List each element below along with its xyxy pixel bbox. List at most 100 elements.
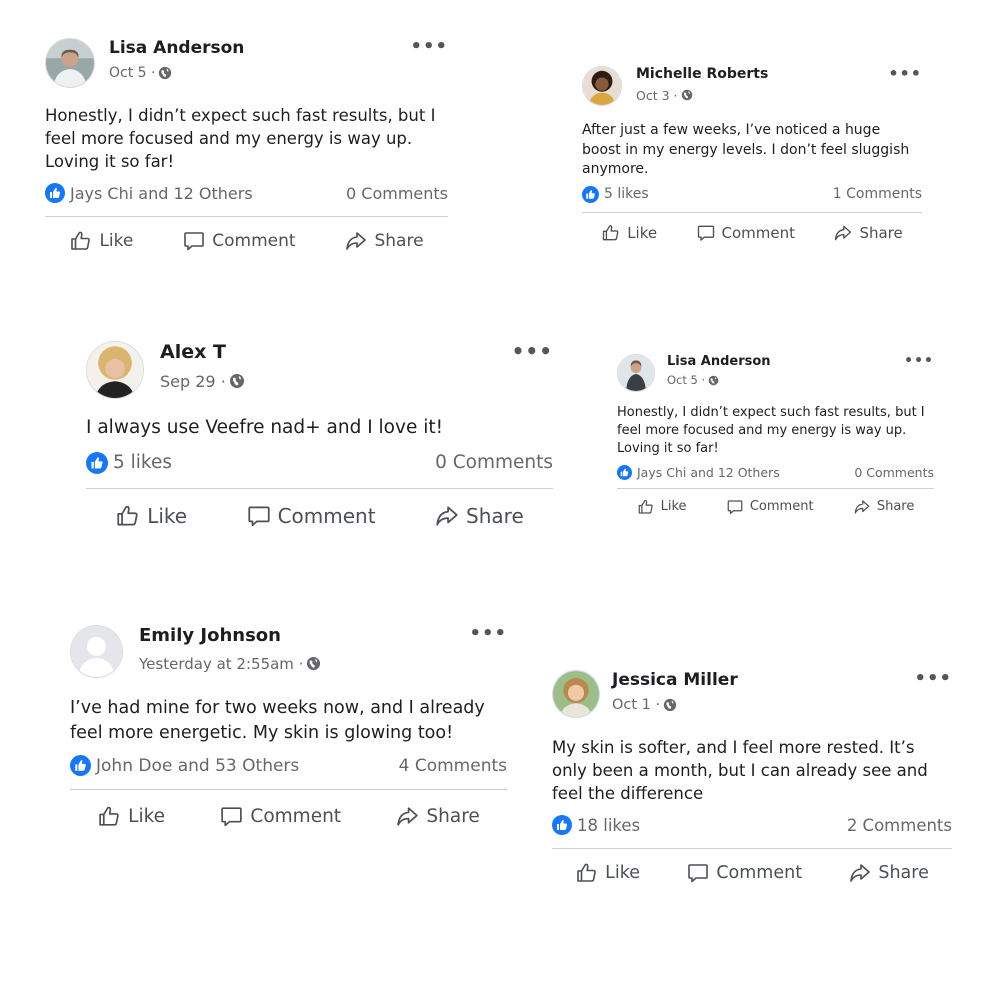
post-text: I always use Veefre nad+ and I love it!	[86, 417, 444, 438]
comment-bubble-icon	[246, 503, 272, 529]
comment-bubble-icon	[726, 498, 744, 516]
share-label: Share	[878, 863, 929, 884]
post-date[interactable]: Oct 5 ·	[109, 65, 155, 81]
share-label: Share	[426, 806, 480, 827]
share-button[interactable]: Share	[853, 498, 915, 516]
like-label: Like	[99, 231, 134, 252]
share-label: Share	[876, 499, 915, 515]
avatar[interactable]	[552, 670, 600, 718]
author-name[interactable]: Lisa Anderson	[667, 354, 771, 370]
share-button[interactable]: Share	[395, 804, 480, 829]
globe-icon	[663, 698, 677, 712]
comment-button[interactable]: Comment	[182, 229, 296, 253]
comment-label: Comment	[250, 806, 342, 827]
like-label: Like	[605, 863, 641, 884]
comment-button[interactable]: Comment	[696, 223, 796, 243]
like-button[interactable]: Like	[575, 861, 640, 885]
avatar[interactable]	[582, 66, 622, 106]
author-name[interactable]: Michelle Roberts	[636, 66, 768, 84]
comment-count[interactable]: 0 Comments	[854, 465, 934, 480]
post-date[interactable]: Oct 1 ·	[612, 697, 660, 713]
more-options-icon[interactable]: •••	[888, 66, 922, 82]
share-arrow-icon	[395, 804, 420, 829]
share-arrow-icon	[853, 498, 871, 516]
post-text: I’ve had mine for two weeks now, and I a…	[70, 698, 485, 743]
author-name[interactable]: Alex T	[160, 341, 245, 365]
comment-button[interactable]: Comment	[686, 861, 802, 885]
comment-button[interactable]: Comment	[246, 503, 376, 529]
like-reaction-icon	[45, 183, 65, 204]
share-button[interactable]: Share	[833, 223, 903, 243]
author-name[interactable]: Emily Johnson	[139, 625, 321, 648]
thumbs-up-icon	[115, 503, 141, 529]
post-card: Lisa Anderson Oct 5 · ••• Honestly, I di…	[45, 38, 448, 253]
author-name[interactable]: Jessica Miller	[612, 670, 738, 691]
post-card: Emily Johnson Yesterday at 2:55am · ••• …	[70, 625, 507, 829]
thumbs-up-icon	[97, 804, 122, 829]
share-arrow-icon	[848, 861, 872, 885]
avatar[interactable]	[617, 354, 655, 392]
globe-icon	[229, 373, 245, 389]
comment-label: Comment	[721, 223, 796, 242]
post-date[interactable]: Yesterday at 2:55am ·	[139, 655, 303, 673]
reaction-count[interactable]: 5 likes	[113, 452, 172, 473]
comment-bubble-icon	[182, 229, 206, 253]
share-label: Share	[466, 503, 524, 528]
more-options-icon[interactable]: •••	[410, 38, 448, 56]
like-button[interactable]: Like	[601, 223, 657, 243]
post-text: Honestly, I didn’t expect such fast resu…	[617, 405, 925, 457]
post-card: Michelle Roberts Oct 3 · ••• After just …	[582, 66, 922, 243]
post-text: My skin is softer, and I feel more reste…	[552, 738, 928, 804]
comment-label: Comment	[277, 503, 376, 528]
like-button[interactable]: Like	[69, 229, 133, 253]
post-card: Lisa Anderson Oct 5 · ••• Honestly, I di…	[617, 354, 934, 516]
post-date[interactable]: Oct 5 ·	[667, 373, 705, 387]
comment-label: Comment	[716, 863, 803, 884]
globe-icon	[158, 66, 172, 80]
share-label: Share	[374, 231, 424, 252]
share-button[interactable]: Share	[848, 861, 929, 885]
like-button[interactable]: Like	[115, 503, 187, 529]
comment-count[interactable]: 2 Comments	[847, 816, 952, 835]
divider	[70, 789, 507, 790]
comment-button[interactable]: Comment	[726, 498, 814, 516]
like-button[interactable]: Like	[637, 498, 687, 516]
reaction-count[interactable]: Jays Chi and 12 Others	[637, 465, 780, 480]
share-button[interactable]: Share	[434, 503, 524, 529]
comment-count[interactable]: 4 Comments	[399, 756, 507, 776]
like-reaction-icon	[552, 815, 572, 836]
comment-bubble-icon	[219, 804, 244, 829]
reaction-count[interactable]: Jays Chi and 12 Others	[70, 184, 253, 203]
comment-count[interactable]: 0 Comments	[435, 452, 553, 473]
avatar[interactable]	[45, 38, 95, 88]
like-label: Like	[627, 223, 658, 242]
like-label: Like	[147, 503, 188, 528]
post-card: Jessica Miller Oct 1 · ••• My skin is so…	[552, 670, 952, 885]
share-arrow-icon	[833, 223, 853, 243]
more-options-icon[interactable]: •••	[512, 341, 553, 361]
comment-button[interactable]: Comment	[219, 804, 341, 829]
globe-icon	[708, 375, 719, 386]
thumbs-up-icon	[601, 223, 621, 243]
author-name[interactable]: Lisa Anderson	[109, 38, 244, 59]
comment-count[interactable]: 0 Comments	[346, 184, 448, 203]
share-button[interactable]: Share	[344, 229, 424, 253]
reaction-count[interactable]: John Doe and 53 Others	[96, 756, 299, 776]
comment-count[interactable]: 1 Comments	[833, 186, 922, 202]
reaction-count[interactable]: 18 likes	[577, 816, 640, 835]
avatar[interactable]	[86, 341, 144, 399]
post-date[interactable]: Sep 29 ·	[160, 372, 226, 391]
more-options-icon[interactable]: •••	[469, 625, 507, 643]
like-label: Like	[660, 499, 687, 515]
like-reaction-icon	[86, 451, 108, 474]
like-reaction-icon	[70, 755, 91, 776]
reaction-count[interactable]: 5 likes	[604, 186, 649, 202]
post-date[interactable]: Oct 3 ·	[636, 88, 678, 103]
share-arrow-icon	[344, 229, 368, 253]
comment-bubble-icon	[686, 861, 710, 885]
like-button[interactable]: Like	[97, 804, 165, 829]
post-text: After just a few weeks, I’ve noticed a h…	[582, 122, 910, 178]
avatar[interactable]	[70, 625, 123, 678]
more-options-icon[interactable]: •••	[914, 670, 952, 688]
more-options-icon[interactable]: •••	[904, 354, 934, 368]
